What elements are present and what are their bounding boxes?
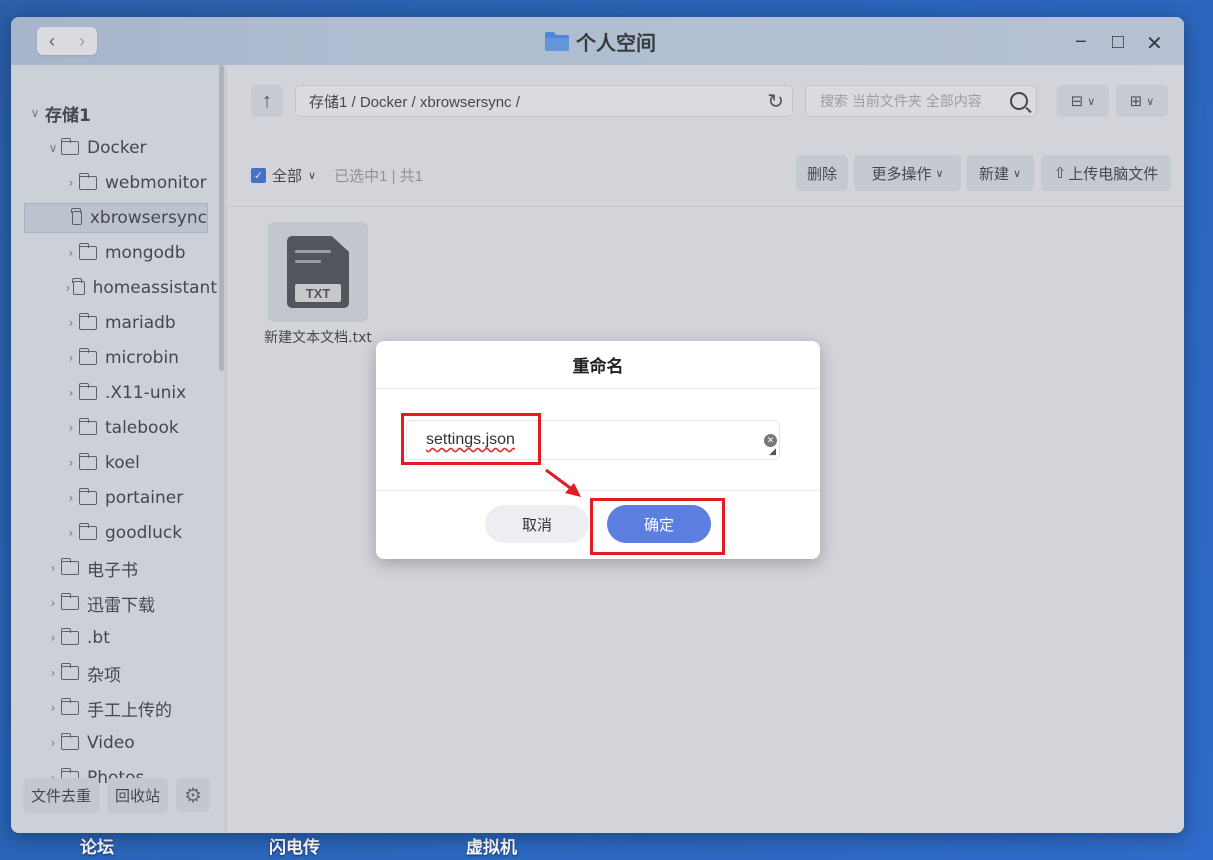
desktop-label-forum[interactable]: 论坛	[80, 833, 114, 858]
annotation-box-input	[401, 413, 541, 465]
resize-handle-icon[interactable]: ◢	[769, 446, 776, 457]
dialog-divider	[376, 490, 820, 491]
desktop-label-flash-transfer[interactable]: 闪电传	[269, 833, 320, 858]
annotation-box-confirm	[590, 498, 725, 555]
cancel-button[interactable]: 取消	[485, 505, 589, 543]
annotation-arrow-icon	[545, 468, 581, 497]
dialog-title: 重命名	[376, 341, 820, 389]
desktop-label-vm[interactable]: 虚拟机	[466, 833, 517, 858]
